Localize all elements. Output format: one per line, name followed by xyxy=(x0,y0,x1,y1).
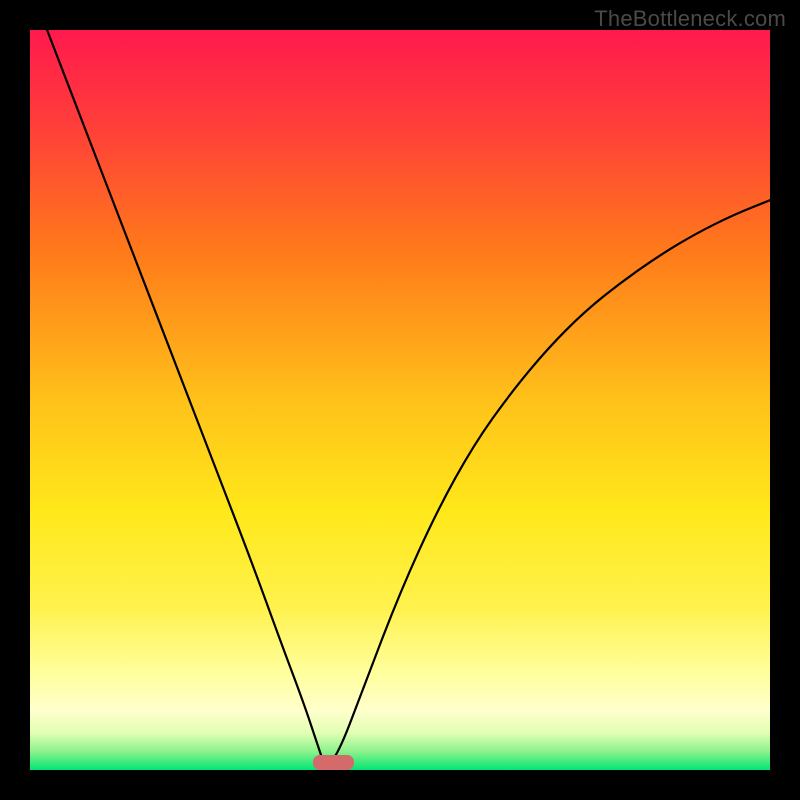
plot-area xyxy=(30,30,770,770)
optimal-marker xyxy=(313,755,354,770)
curve-left-branch xyxy=(30,30,326,770)
curve-right-branch xyxy=(326,200,770,770)
watermark-text: TheBottleneck.com xyxy=(594,6,786,32)
bottleneck-curve xyxy=(30,30,770,770)
chart-frame: TheBottleneck.com xyxy=(0,0,800,800)
